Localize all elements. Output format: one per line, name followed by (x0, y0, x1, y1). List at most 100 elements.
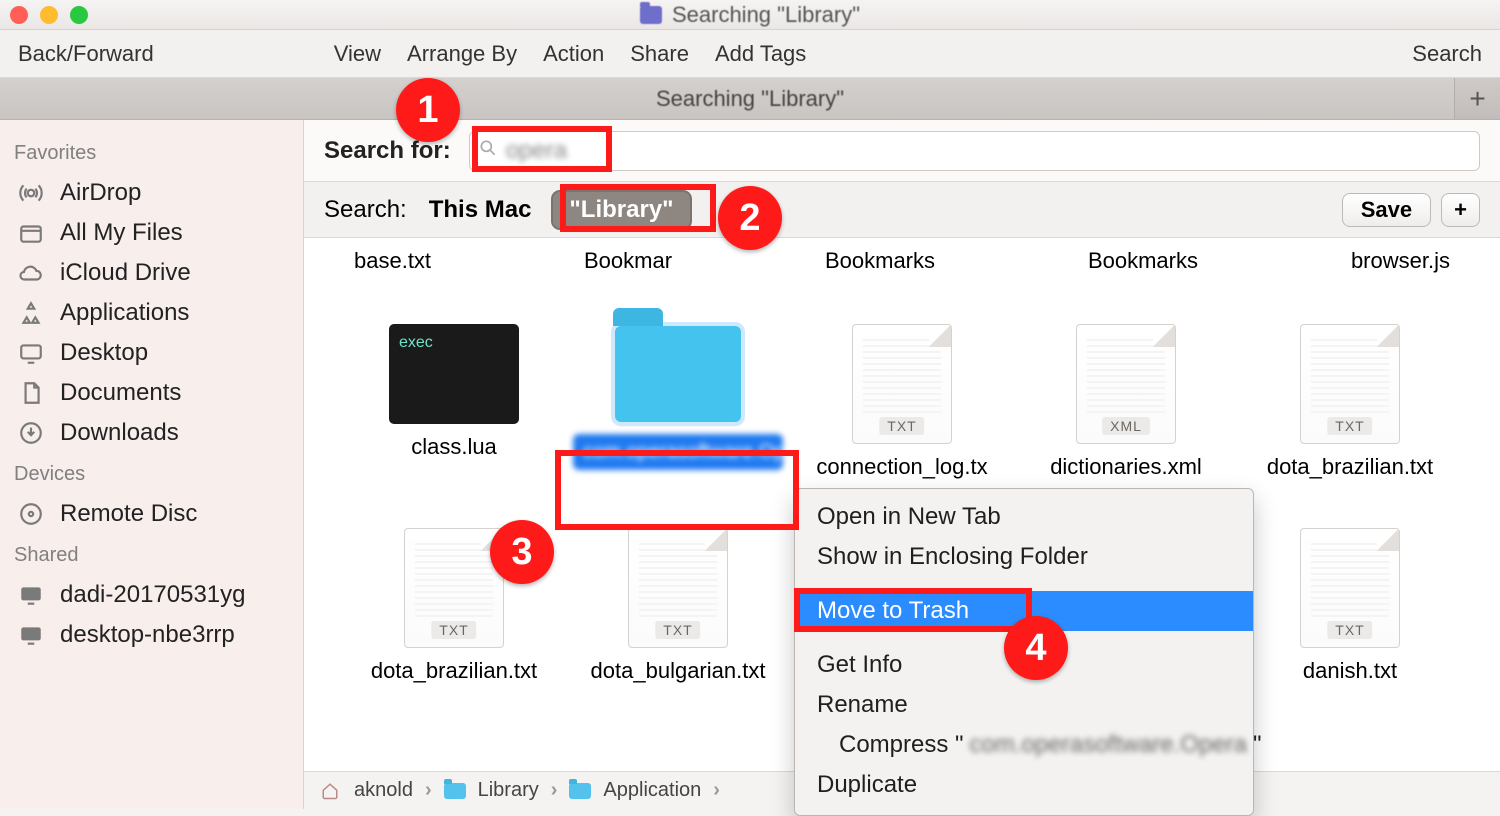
disc-icon (16, 501, 46, 527)
document-icon: TXT (404, 528, 504, 648)
document-icon: TXT (1300, 528, 1400, 648)
path-segment[interactable]: Library (478, 779, 539, 802)
share-button[interactable]: Share (630, 41, 689, 67)
file-name: dota_brazilian.txt (371, 658, 537, 684)
file-name: dota_bulgarian.txt (591, 658, 766, 684)
ctx-open-new-tab[interactable]: Open in New Tab (795, 497, 1253, 537)
close-icon[interactable] (10, 6, 28, 24)
tab-bar: Searching "Library" + (0, 78, 1500, 120)
folder-icon (613, 324, 743, 424)
titlebar: Searching "Library" (0, 0, 1500, 30)
sidebar-item-documents[interactable]: Documents (12, 373, 303, 413)
sidebar: Favorites AirDrop All My Files iCloud Dr… (0, 120, 304, 809)
sidebar-item-shared1[interactable]: dadi-20170531yg (12, 575, 303, 615)
chevron-right-icon: › (713, 779, 720, 802)
sidebar-item-label: dadi-20170531yg (60, 581, 246, 609)
zoom-icon[interactable] (70, 6, 88, 24)
documents-icon (16, 380, 46, 406)
sidebar-item-label: Applications (60, 299, 189, 327)
sidebar-item-label: desktop-nbe3rrp (60, 621, 235, 649)
sidebar-item-label: All My Files (60, 219, 183, 247)
sidebar-head-devices: Devices (14, 463, 301, 486)
new-tab-button[interactable]: + (1454, 78, 1500, 119)
file-name: dota_brazilian.txt (1267, 454, 1433, 480)
sidebar-item-desktop[interactable]: Desktop (12, 333, 303, 373)
sidebar-item-label: AirDrop (60, 179, 141, 207)
file-item[interactable]: XML dictionaries.xml (1026, 324, 1226, 480)
search-query-text: opera (506, 137, 567, 165)
file-item-selected[interactable]: com.operasoftware.Opera (578, 324, 778, 480)
sidebar-item-remotedisc[interactable]: Remote Disc (12, 494, 303, 534)
minimize-icon[interactable] (40, 6, 58, 24)
chevron-right-icon: › (551, 779, 558, 802)
file-name: class.lua (411, 434, 497, 460)
annotation-badge-4: 4 (1004, 616, 1068, 680)
back-forward-button[interactable]: Back/Forward (18, 41, 154, 67)
sidebar-item-label: Downloads (60, 419, 179, 447)
path-segment[interactable]: aknold (354, 779, 413, 802)
folder-icon (444, 783, 466, 799)
annotation-badge-3: 3 (490, 520, 554, 584)
file-name: danish.txt (1303, 658, 1397, 684)
add-tags-button[interactable]: Add Tags (715, 41, 806, 67)
ctx-compress[interactable]: Compress " com.operasoftware.Opera " (795, 725, 1253, 765)
document-icon: TXT (628, 528, 728, 648)
ctx-rename[interactable]: Rename (795, 685, 1253, 725)
folder-icon (569, 783, 591, 799)
sidebar-item-label: iCloud Drive (60, 259, 191, 287)
save-button[interactable]: Save (1342, 193, 1431, 227)
action-button[interactable]: Action (543, 41, 604, 67)
file-name[interactable]: Bookmar (584, 248, 672, 274)
window-title: Searching "Library" (640, 2, 860, 28)
exec-icon: exec (389, 324, 519, 424)
downloads-icon (16, 420, 46, 446)
cloud-icon (16, 260, 46, 286)
ctx-show-enclosing[interactable]: Show in Enclosing Folder (795, 537, 1253, 577)
search-button[interactable]: Search (1412, 41, 1482, 66)
file-item[interactable]: TXT connection_log.tx (802, 324, 1002, 480)
sidebar-item-label: Desktop (60, 339, 148, 367)
window-controls (10, 6, 88, 24)
view-button[interactable]: View (334, 41, 381, 67)
file-name: dictionaries.xml (1050, 454, 1202, 480)
arrange-by-button[interactable]: Arrange By (407, 41, 517, 67)
document-icon: TXT (1300, 324, 1400, 444)
search-input[interactable]: opera (469, 131, 1480, 171)
sidebar-item-shared2[interactable]: desktop-nbe3rrp (12, 615, 303, 655)
ctx-duplicate[interactable]: Duplicate (795, 765, 1253, 805)
sidebar-head-favorites: Favorites (14, 142, 301, 165)
sidebar-item-applications[interactable]: Applications (12, 293, 303, 333)
file-item[interactable]: TXT dota_brazilian.txt (1250, 324, 1450, 480)
toolbar: Back/Forward View Arrange By Action Shar… (0, 30, 1500, 78)
file-name[interactable]: base.txt (354, 248, 431, 274)
desktop-icon (16, 340, 46, 366)
search-for-bar: Search for: opera (304, 120, 1500, 182)
file-name[interactable]: Bookmarks (825, 248, 935, 274)
chevron-right-icon: › (425, 779, 432, 802)
file-name[interactable]: Bookmarks (1088, 248, 1198, 274)
annotation-badge-1: 1 (396, 78, 460, 142)
sidebar-item-allmyfiles[interactable]: All My Files (12, 213, 303, 253)
tab-title[interactable]: Searching "Library" (656, 86, 844, 112)
file-name[interactable]: browser.js (1351, 248, 1450, 274)
allmyfiles-icon (16, 220, 46, 246)
file-item[interactable]: exec class.lua (354, 324, 554, 480)
file-item[interactable]: TXT dota_bulgarian.txt (578, 528, 778, 684)
document-icon: XML (1076, 324, 1176, 444)
scope-label: Search: (324, 196, 407, 224)
file-item[interactable]: TXT danish.txt (1250, 528, 1450, 684)
airdrop-icon (16, 180, 46, 206)
sidebar-head-shared: Shared (14, 544, 301, 567)
sidebar-item-iclouddrive[interactable]: iCloud Drive (12, 253, 303, 293)
search-icon (478, 137, 498, 165)
scope-this-mac[interactable]: This Mac (429, 196, 532, 224)
sidebar-item-label: Documents (60, 379, 181, 407)
document-icon: TXT (852, 324, 952, 444)
window-title-text: Searching "Library" (672, 2, 860, 28)
file-name-selected: com.operasoftware.Opera (573, 434, 783, 470)
scope-library[interactable]: "Library" (553, 192, 689, 228)
sidebar-item-downloads[interactable]: Downloads (12, 413, 303, 453)
add-criteria-button[interactable]: + (1441, 193, 1480, 227)
path-segment[interactable]: Application (603, 779, 701, 802)
sidebar-item-airdrop[interactable]: AirDrop (12, 173, 303, 213)
